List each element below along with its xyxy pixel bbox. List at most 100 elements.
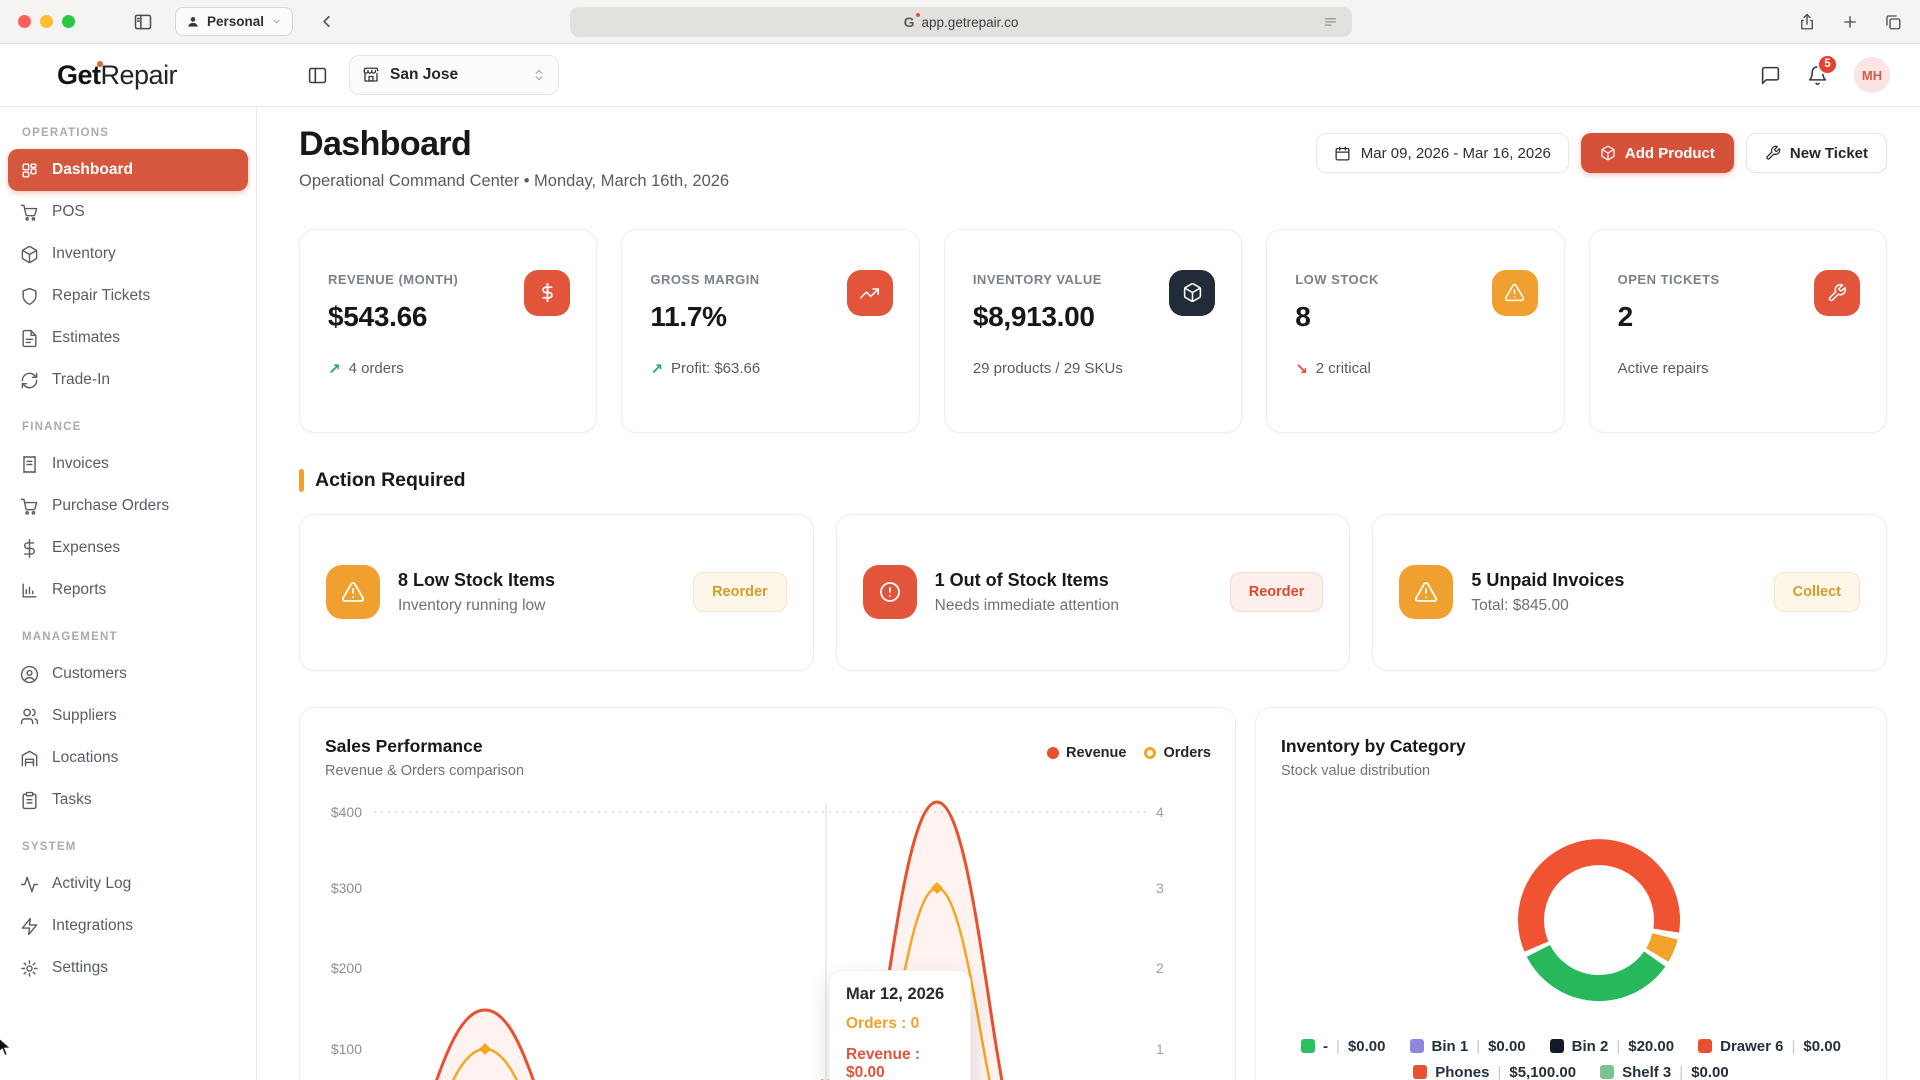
sidebar: OPERATIONS Dashboard POS Inventory Repai… bbox=[0, 107, 257, 1080]
sidebar-item-label: Customers bbox=[52, 665, 127, 683]
donut-segment-bin2[interactable] bbox=[1657, 936, 1665, 955]
url-bar[interactable]: G app.getrepair.co bbox=[570, 7, 1352, 37]
sidebar-item-label: Activity Log bbox=[52, 875, 131, 893]
trend-down-icon bbox=[1295, 360, 1308, 378]
zoom-window-button[interactable] bbox=[62, 15, 75, 28]
mouse-cursor bbox=[0, 1036, 13, 1058]
close-window-button[interactable] bbox=[18, 15, 31, 28]
sidebar-section-system: SYSTEM bbox=[22, 841, 248, 853]
date-range-picker[interactable]: Mar 09, 2026 - Mar 16, 2026 bbox=[1316, 133, 1569, 173]
inventory-by-category-panel: Inventory by Category Stock value distri… bbox=[1255, 707, 1887, 1080]
donut-segment-phones[interactable] bbox=[1531, 852, 1667, 947]
action-card-subtitle: Inventory running low bbox=[398, 597, 555, 615]
sidebar-item-expenses[interactable]: Expenses bbox=[8, 527, 248, 569]
reorder-button[interactable]: Reorder bbox=[1230, 572, 1324, 612]
share-icon[interactable] bbox=[1798, 13, 1816, 31]
screen: Personal G app.getrepair.co bbox=[0, 0, 1920, 1080]
sidebar-item-label: Settings bbox=[52, 959, 108, 977]
sidebar-item-reports[interactable]: Reports bbox=[8, 569, 248, 611]
legend-swatch bbox=[1410, 1039, 1424, 1053]
alert-triangle-icon bbox=[1492, 270, 1538, 316]
app-logo[interactable]: GetRepair bbox=[57, 60, 177, 91]
package-icon bbox=[20, 245, 39, 264]
kpi-sub-text: 29 products / 29 SKUs bbox=[973, 360, 1123, 377]
kpi-sub-text: 2 critical bbox=[1316, 360, 1371, 377]
logo-light: Repair bbox=[101, 60, 178, 91]
new-tab-icon[interactable] bbox=[1841, 13, 1859, 31]
sidebar-item-purchase-orders[interactable]: Purchase Orders bbox=[8, 485, 248, 527]
page-title: Dashboard bbox=[299, 127, 729, 163]
action-card-title: 8 Low Stock Items bbox=[398, 570, 555, 591]
legend-swatch bbox=[1301, 1039, 1315, 1053]
add-product-button[interactable]: Add Product bbox=[1581, 133, 1734, 173]
sidebar-item-locations[interactable]: Locations bbox=[8, 737, 248, 779]
sidebar-item-label: Trade-In bbox=[52, 371, 110, 389]
reader-view-icon[interactable] bbox=[1323, 15, 1338, 33]
revenue-area-fill bbox=[374, 802, 1146, 1080]
url-text: app.getrepair.co bbox=[922, 15, 1019, 30]
action-card-subtitle: Needs immediate attention bbox=[935, 597, 1119, 615]
sidebar-item-repair-tickets[interactable]: Repair Tickets bbox=[8, 275, 248, 317]
location-label: San Jose bbox=[390, 66, 522, 84]
legend-name: - bbox=[1323, 1038, 1328, 1055]
alert-circle-icon bbox=[863, 565, 917, 619]
tab-overview-icon[interactable] bbox=[1884, 13, 1902, 31]
refresh-icon bbox=[20, 371, 39, 390]
sidebar-item-estimates[interactable]: Estimates bbox=[8, 317, 248, 359]
sidebar-item-label: POS bbox=[52, 203, 85, 221]
reorder-button[interactable]: Reorder bbox=[693, 572, 787, 612]
sidebar-item-label: Purchase Orders bbox=[52, 497, 169, 515]
new-ticket-button[interactable]: New Ticket bbox=[1746, 133, 1887, 173]
inventory-donut-chart[interactable] bbox=[1499, 820, 1699, 1025]
alert-triangle-icon bbox=[1399, 565, 1453, 619]
sidebar-item-label: Inventory bbox=[52, 245, 116, 263]
browser-sidebar-icon[interactable] bbox=[133, 12, 153, 32]
sidebar-item-suppliers[interactable]: Suppliers bbox=[8, 695, 248, 737]
collect-button[interactable]: Collect bbox=[1774, 572, 1860, 612]
sales-performance-panel: Sales Performance Revenue & Orders compa… bbox=[299, 707, 1236, 1080]
kpi-sub-text: Profit: $63.66 bbox=[671, 360, 760, 377]
sidebar-item-customers[interactable]: Customers bbox=[8, 653, 248, 695]
sidebar-section-operations: OPERATIONS bbox=[22, 127, 248, 139]
person-icon bbox=[186, 15, 200, 29]
legend-swatch bbox=[1550, 1039, 1564, 1053]
y-axis-tick: $100 bbox=[331, 1041, 362, 1057]
messages-icon[interactable] bbox=[1760, 65, 1781, 86]
activity-icon bbox=[20, 875, 39, 894]
action-card-title: 1 Out of Stock Items bbox=[935, 570, 1119, 591]
user-circle-icon bbox=[20, 665, 39, 684]
y-axis-tick-right: 2 bbox=[1156, 960, 1164, 976]
sidebar-item-label: Tasks bbox=[52, 791, 92, 809]
sidebar-collapse-icon[interactable] bbox=[307, 65, 328, 86]
legend-item: -$0.00 bbox=[1301, 1038, 1385, 1055]
kpi-sub-text: 4 orders bbox=[349, 360, 404, 377]
browser-back-button[interactable] bbox=[317, 12, 336, 31]
kpi-card-revenue: REVENUE (MONTH) $543.66 4 orders bbox=[299, 229, 597, 433]
main-content: Dashboard Operational Command Center • M… bbox=[257, 107, 1920, 1080]
sidebar-item-trade-in[interactable]: Trade-In bbox=[8, 359, 248, 401]
donut-segment-shelf[interactable] bbox=[1538, 951, 1654, 988]
legend-swatch bbox=[1413, 1065, 1427, 1079]
sidebar-item-invoices[interactable]: Invoices bbox=[8, 443, 248, 485]
location-selector[interactable]: San Jose bbox=[349, 55, 559, 95]
sidebar-item-activity-log[interactable]: Activity Log bbox=[8, 863, 248, 905]
sidebar-item-inventory[interactable]: Inventory bbox=[8, 233, 248, 275]
sidebar-item-dashboard[interactable]: Dashboard bbox=[8, 149, 248, 191]
browser-profile-button[interactable]: Personal bbox=[175, 7, 293, 36]
sidebar-item-tasks[interactable]: Tasks bbox=[8, 779, 248, 821]
sales-line-chart[interactable]: $400 $300 $200 $100 4 3 2 1 bbox=[300, 708, 1236, 1080]
sidebar-item-settings[interactable]: Settings bbox=[8, 947, 248, 989]
chevron-down-icon bbox=[271, 16, 282, 27]
action-required-title: Action Required bbox=[315, 469, 466, 492]
sidebar-item-pos[interactable]: POS bbox=[8, 191, 248, 233]
new-ticket-label: New Ticket bbox=[1790, 145, 1868, 162]
logo-bold: Get bbox=[57, 60, 101, 91]
minimize-window-button[interactable] bbox=[40, 15, 53, 28]
notifications-button[interactable]: 5 bbox=[1807, 65, 1828, 86]
action-card-subtitle: Total: $845.00 bbox=[1471, 597, 1624, 615]
tooltip-revenue: Revenue : $0.00 bbox=[846, 1046, 954, 1080]
avatar[interactable]: MH bbox=[1854, 57, 1890, 93]
sidebar-item-integrations[interactable]: Integrations bbox=[8, 905, 248, 947]
kpi-sub-text: Active repairs bbox=[1618, 360, 1709, 377]
action-card-out-of-stock: 1 Out of Stock Items Needs immediate att… bbox=[836, 514, 1351, 671]
